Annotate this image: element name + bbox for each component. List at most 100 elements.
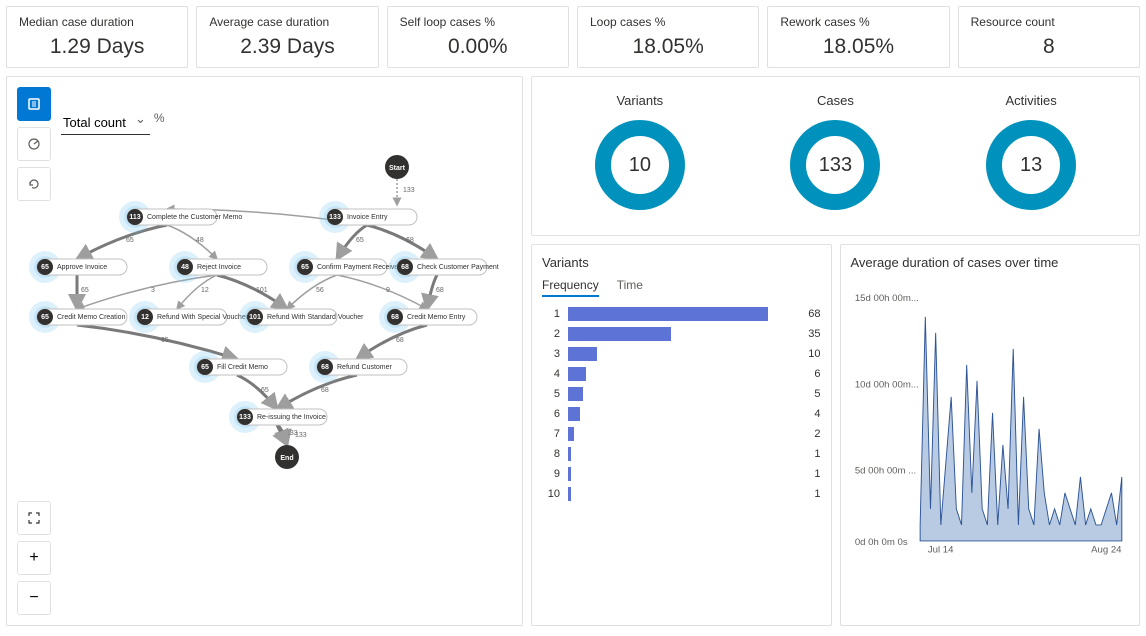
donut-value: 133 bbox=[819, 154, 852, 177]
bar-value: 4 bbox=[814, 408, 820, 420]
variants-tabs: Frequency Time bbox=[542, 278, 821, 297]
bar-index: 2 bbox=[542, 328, 560, 340]
fullscreen-icon[interactable] bbox=[17, 501, 51, 535]
bar-fill bbox=[568, 487, 571, 501]
svg-text:Fill Credit Memo: Fill Credit Memo bbox=[217, 364, 268, 371]
variants-panel: Variants Frequency Time 1682353104655647… bbox=[531, 244, 832, 626]
zoom-out-button[interactable]: − bbox=[17, 581, 51, 615]
kpi-card: Average case duration2.39 Days bbox=[196, 6, 378, 68]
svg-text:Refund Customer: Refund Customer bbox=[337, 364, 393, 371]
svg-text:Refund With Standard Voucher: Refund With Standard Voucher bbox=[267, 314, 364, 321]
donut-item: Activities13 bbox=[986, 93, 1076, 210]
bar-index: 8 bbox=[542, 448, 560, 460]
variant-bar-row[interactable]: 81 bbox=[542, 447, 821, 461]
bar-fill bbox=[568, 467, 571, 481]
variant-bar-row[interactable]: 55 bbox=[542, 387, 821, 401]
duration-title: Average duration of cases over time bbox=[851, 255, 1130, 270]
svg-text:68: 68 bbox=[321, 364, 329, 371]
donut-label: Variants bbox=[595, 93, 685, 108]
svg-text:Re-issuing the Invoice: Re-issuing the Invoice bbox=[257, 414, 326, 421]
kpi-card: Rework cases %18.05% bbox=[767, 6, 949, 68]
donut-value: 10 bbox=[629, 154, 651, 177]
variant-bar-row[interactable]: 91 bbox=[542, 467, 821, 481]
process-node[interactable]: 68 Check Customer Payment bbox=[389, 251, 499, 283]
process-map[interactable]: Start 133 654865686512101356968656865681… bbox=[27, 137, 507, 557]
process-edge bbox=[77, 225, 167, 259]
bar-fill bbox=[568, 407, 580, 421]
svg-text:10d 00h 00m...: 10d 00h 00m... bbox=[854, 379, 918, 390]
donut-row: Variants 10 Cases 133 Activities13 bbox=[531, 76, 1140, 236]
bar-value: 1 bbox=[814, 468, 820, 480]
bar-fill bbox=[568, 387, 583, 401]
svg-text:12: 12 bbox=[141, 314, 149, 321]
svg-text:48: 48 bbox=[181, 264, 189, 271]
svg-text:113: 113 bbox=[129, 214, 140, 221]
kpi-row: Median case duration1.29 DaysAverage cas… bbox=[6, 6, 1140, 68]
svg-text:65: 65 bbox=[201, 364, 209, 371]
svg-text:65: 65 bbox=[41, 314, 49, 321]
zoom-in-button[interactable]: + bbox=[17, 541, 51, 575]
variant-bar-row[interactable]: 168 bbox=[542, 307, 821, 321]
variant-bar-row[interactable]: 3 10 bbox=[542, 347, 821, 361]
donut-label: Cases bbox=[790, 93, 880, 108]
process-node[interactable]: 113 Complete the Customer Memo bbox=[119, 201, 242, 233]
donut-ring[interactable]: 13 bbox=[986, 120, 1076, 210]
svg-text:Refund With Special Voucher: Refund With Special Voucher bbox=[157, 314, 249, 321]
kpi-value: 0.00% bbox=[400, 35, 556, 59]
svg-text:Approve Invoice: Approve Invoice bbox=[57, 264, 107, 271]
kpi-label: Resource count bbox=[971, 15, 1127, 29]
bar-value: 68 bbox=[808, 308, 820, 320]
kpi-value: 2.39 Days bbox=[209, 35, 365, 59]
svg-text:Reject Invoice: Reject Invoice bbox=[197, 264, 241, 271]
variant-bar-row[interactable]: 235 bbox=[542, 327, 821, 341]
variant-bar-row[interactable]: 46 bbox=[542, 367, 821, 381]
bar-index: 6 bbox=[542, 408, 560, 420]
edge-label: 65 bbox=[126, 237, 134, 244]
process-node[interactable]: 133 Invoice Entry bbox=[319, 201, 417, 233]
metric-dropdown[interactable]: Total count bbox=[61, 111, 150, 135]
process-node[interactable]: 65Confirm Payment Received bbox=[289, 251, 402, 283]
process-node[interactable]: 68 Refund Customer bbox=[309, 351, 407, 383]
bar-index: 10 bbox=[542, 488, 560, 500]
bar-index: 9 bbox=[542, 468, 560, 480]
donut-ring[interactable]: 133 bbox=[790, 120, 880, 210]
percent-label: % bbox=[154, 111, 165, 125]
edge-label: 12 bbox=[201, 287, 209, 294]
edge-label: 3 bbox=[151, 287, 155, 294]
variant-bar-row[interactable]: 72 bbox=[542, 427, 821, 441]
svg-text:End: End bbox=[280, 455, 293, 462]
tab-time[interactable]: Time bbox=[617, 278, 643, 297]
kpi-card: Median case duration1.29 Days bbox=[6, 6, 188, 68]
svg-text:68: 68 bbox=[401, 264, 409, 271]
map-view-icon[interactable] bbox=[17, 87, 51, 121]
kpi-label: Self loop cases % bbox=[400, 15, 556, 29]
edge-label: 68 bbox=[321, 387, 329, 394]
svg-text:Aug 24: Aug 24 bbox=[1091, 544, 1122, 555]
process-node[interactable]: 101Refund With Standard Voucher bbox=[239, 301, 364, 333]
edge-label: 65 bbox=[161, 337, 169, 344]
bar-index: 3 bbox=[542, 348, 560, 360]
svg-text:133: 133 bbox=[295, 432, 307, 439]
variant-bar-row[interactable]: 64 bbox=[542, 407, 821, 421]
kpi-value: 18.05% bbox=[780, 35, 936, 59]
svg-text:133: 133 bbox=[329, 214, 341, 221]
tab-frequency[interactable]: Frequency bbox=[542, 278, 599, 297]
process-map-panel: Total count % Start 133 6548656865121013… bbox=[6, 76, 523, 626]
donut-ring[interactable]: 10 bbox=[595, 120, 685, 210]
process-node[interactable]: 48 Reject Invoice bbox=[169, 251, 267, 283]
duration-chart[interactable]: 15d 00h 00m... 10d 00h 00m... 5d 00h 00m… bbox=[851, 278, 1130, 558]
variant-bar-row[interactable]: 101 bbox=[542, 487, 821, 501]
svg-text:Complete the Customer Memo: Complete the Customer Memo bbox=[147, 214, 242, 221]
process-node[interactable]: 12 Refund With Special Voucher bbox=[129, 301, 249, 333]
svg-text:Invoice Entry: Invoice Entry bbox=[347, 214, 388, 221]
process-node[interactable]: 65 Fill Credit Memo bbox=[189, 351, 287, 383]
edge-label: 65 bbox=[261, 387, 269, 394]
bar-index: 5 bbox=[542, 388, 560, 400]
svg-text:68: 68 bbox=[391, 314, 399, 321]
svg-text:0d 0h 0m 0s: 0d 0h 0m 0s bbox=[854, 537, 907, 548]
svg-text:Check Customer Payment: Check Customer Payment bbox=[417, 264, 499, 271]
bar-fill bbox=[568, 367, 586, 381]
edge-label: 68 bbox=[396, 337, 404, 344]
kpi-value: 8 bbox=[971, 35, 1127, 59]
bar-value: 10 bbox=[808, 348, 820, 360]
